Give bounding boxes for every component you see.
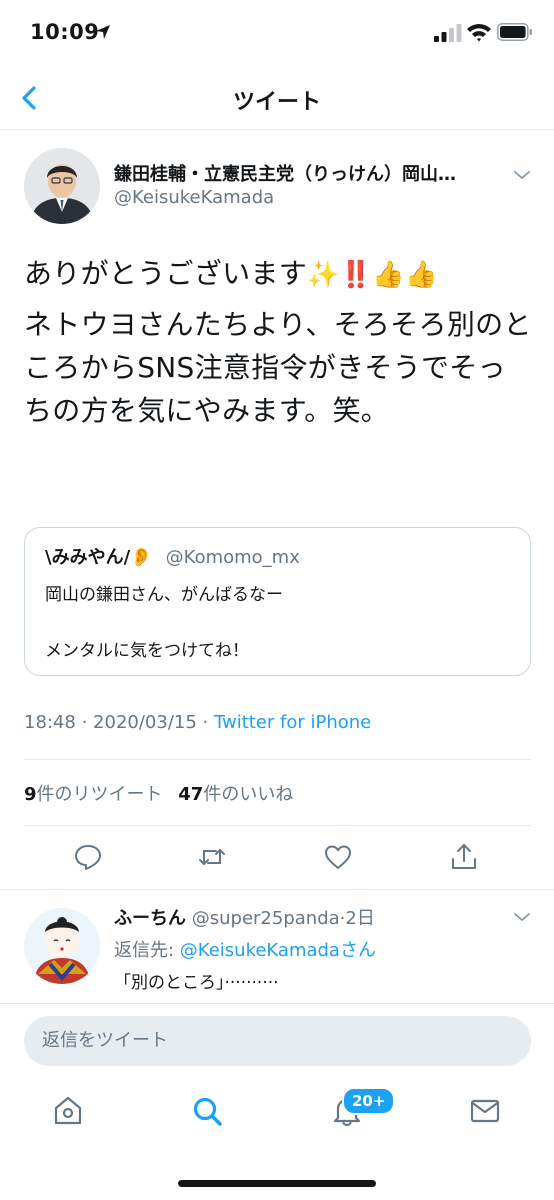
- tweet-text: ありがとうございます✨‼️👍👍 ネトウヨさんたちより、そろそろ別のところからSN…: [24, 252, 534, 438]
- divider: [0, 889, 554, 890]
- author-handle[interactable]: @KeisukeKamada: [114, 187, 274, 208]
- like-heart-icon[interactable]: [323, 842, 353, 872]
- retweet-icon[interactable]: [197, 842, 227, 872]
- quote-user: \みみやん/👂 @Komomo_mx: [45, 543, 300, 569]
- doll-avatar-icon: [24, 908, 100, 984]
- tab-messages-mail-icon[interactable]: [468, 1094, 502, 1128]
- retweet-label: 件のリツイート: [36, 784, 163, 805]
- quote-author-handle: @Komomo_mx: [165, 547, 300, 568]
- tweet-emoji: ✨‼️👍👍: [307, 260, 438, 290]
- author-avatar[interactable]: [24, 148, 100, 224]
- notifications-badge: 20+: [342, 1087, 396, 1115]
- divider: [24, 759, 531, 760]
- nav-bar: ツイート: [0, 66, 554, 130]
- person-avatar-icon: [24, 148, 100, 224]
- reply-time: ·2日: [339, 908, 375, 929]
- reply-to: 返信先: @KeisukeKamadaさん: [114, 936, 376, 962]
- like-stat[interactable]: 47件のいいね: [178, 784, 293, 805]
- reply-author-name[interactable]: ふーちん: [114, 908, 186, 929]
- wifi-icon: [467, 24, 491, 42]
- tweet-timestamp: 18:48 · 2020/03/15 ·: [24, 712, 214, 733]
- home-indicator: [178, 1180, 376, 1187]
- like-label: 件のいいね: [203, 784, 294, 805]
- reply-menu-chevron-down-icon[interactable]: [512, 910, 532, 924]
- quote-author-name: \みみやん/👂: [45, 547, 153, 568]
- tab-search-icon[interactable]: [190, 1094, 224, 1128]
- author-name[interactable]: 鎌田桂輔・立憲民主党（りっけん）岡山…: [114, 160, 508, 186]
- quote-text-line-1: 岡山の鎌田さん、がんばるなー: [45, 585, 283, 605]
- reply-to-user-link[interactable]: @KeisukeKamadaさん: [180, 940, 376, 961]
- share-icon[interactable]: [449, 842, 479, 872]
- reply-header: ふーちん @super25panda·2日: [114, 904, 375, 930]
- status-bar: 10:09: [0, 0, 554, 66]
- tweet-meta: 18:48 · 2020/03/15 · Twitter for iPhone: [24, 712, 371, 733]
- status-time: 10:09: [30, 20, 100, 44]
- tweet-paragraph-1: ありがとうございます✨‼️👍👍: [24, 252, 534, 297]
- reply-author-handle[interactable]: @super25panda: [192, 908, 340, 929]
- tweet-paragraph-2: ネトウヨさんたちより、そろそろ別のところからSNS注意指令がきそうでそっちの方を…: [24, 308, 532, 427]
- tweet-source-link[interactable]: Twitter for iPhone: [214, 712, 371, 733]
- reply-author-avatar[interactable]: [24, 908, 100, 984]
- reply-text: 「別のところ」··········: [114, 973, 279, 993]
- tweet-stats: 9件のリツイート 47件のいいね: [24, 780, 293, 806]
- tweet-menu-chevron-down-icon[interactable]: [512, 168, 532, 182]
- reply-input[interactable]: 返信をツイート: [24, 1016, 531, 1066]
- page-title: ツイート: [232, 90, 321, 115]
- retweet-stat[interactable]: 9件のリツイート: [24, 784, 163, 805]
- quoted-tweet[interactable]: \みみやん/👂 @Komomo_mx 岡山の鎌田さん、がんばるなー メンタルに気…: [24, 527, 531, 676]
- location-arrow-icon: [96, 25, 110, 39]
- reply-to-prefix: 返信先:: [114, 940, 180, 961]
- retweet-count: 9: [24, 784, 37, 805]
- divider: [24, 825, 531, 826]
- battery-icon: [497, 23, 532, 41]
- reply-composer: 返信をツイート: [0, 1003, 554, 1081]
- tweet-line-1: ありがとうございます: [24, 257, 308, 290]
- quote-text-line-2: メンタルに気をつけてね！: [45, 641, 249, 661]
- reply-icon[interactable]: [73, 842, 103, 872]
- cellular-signal-icon: [434, 24, 462, 42]
- like-count: 47: [178, 784, 204, 805]
- tab-home-icon[interactable]: [51, 1094, 85, 1128]
